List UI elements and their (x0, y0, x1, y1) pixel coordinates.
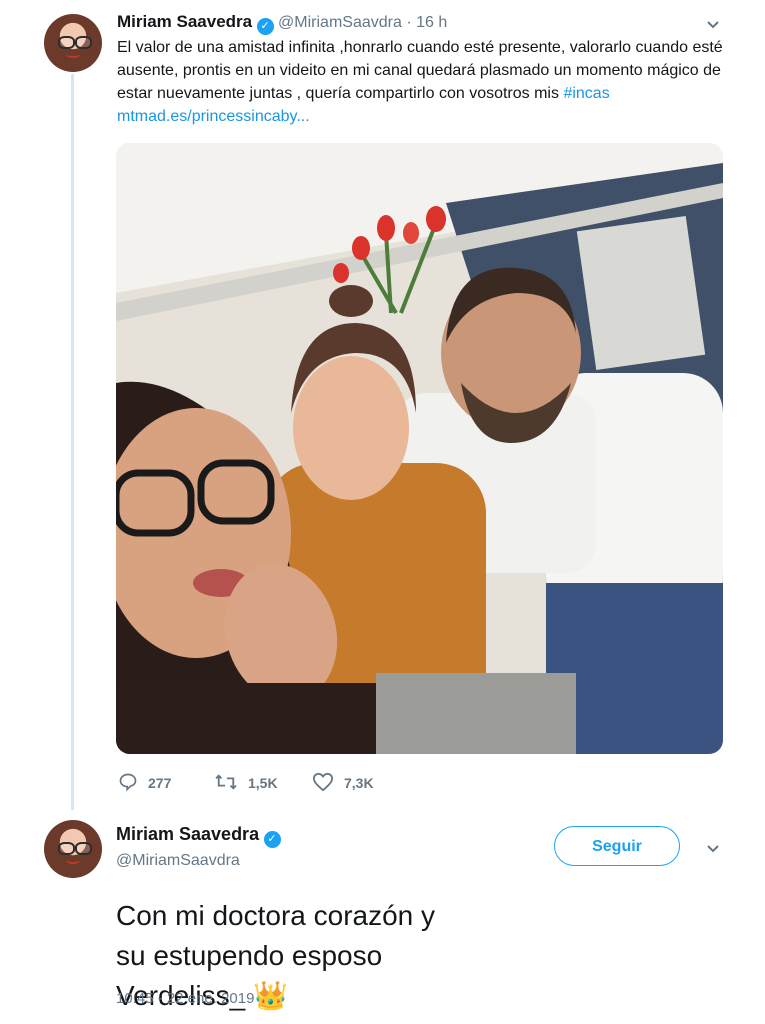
photo-illustration (116, 143, 723, 754)
chevron-down-icon[interactable] (703, 14, 723, 34)
follow-button[interactable]: Seguir (554, 826, 680, 866)
avatar-glasses-left (58, 36, 75, 49)
reply-icon (119, 773, 137, 792)
tweet-photo[interactable] (116, 143, 723, 754)
retweet-count: 1,5K (248, 775, 278, 791)
avatar-smile (66, 857, 80, 864)
author-handle-time[interactable]: @MiriamSaavdra · 16 h (278, 14, 447, 31)
avatar-glasses-left (58, 842, 75, 855)
hashtag-link[interactable]: #incas (563, 85, 609, 102)
url-link[interactable]: mtmad.es/princessincaby... (117, 108, 310, 125)
avatar-glasses-right (75, 36, 92, 49)
reply-count: 277 (148, 775, 172, 791)
author-block: Miriam Saavedra ✓ (116, 824, 281, 848)
verified-badge-icon: ✓ (263, 831, 281, 848)
retweet-action[interactable]: 1,5K (214, 772, 278, 792)
tweet-header: Miriam Saavedra ✓ @MiriamSaavdra · 16 h (117, 12, 447, 35)
tweet-timestamp[interactable]: 10:45 - 22 ene. 2019 (116, 990, 254, 1007)
tweet-body: El valor de una amistad infinita ,honrar… (117, 39, 723, 102)
author-name[interactable]: Miriam Saavedra (117, 12, 252, 31)
reply-action[interactable]: 277 (118, 772, 171, 792)
author-name[interactable]: Miriam Saavedra (116, 824, 259, 844)
like-count: 7,3K (344, 775, 374, 791)
like-action[interactable]: 7,3K (312, 772, 374, 792)
tweet-text: El valor de una amistad infinita ,honrar… (117, 36, 725, 128)
retweet-icon (215, 774, 237, 790)
avatar-smile (66, 51, 80, 58)
crown-icon: 👑 (252, 980, 288, 1011)
avatar[interactable] (44, 820, 102, 878)
verified-badge-icon: ✓ (256, 18, 274, 35)
author-handle[interactable]: @MiriamSaavdra (116, 852, 240, 870)
avatar[interactable] (44, 14, 102, 72)
thread-line (71, 74, 74, 810)
chevron-down-icon[interactable] (703, 838, 723, 858)
like-icon (312, 772, 334, 792)
avatar-glasses-right (75, 842, 92, 855)
